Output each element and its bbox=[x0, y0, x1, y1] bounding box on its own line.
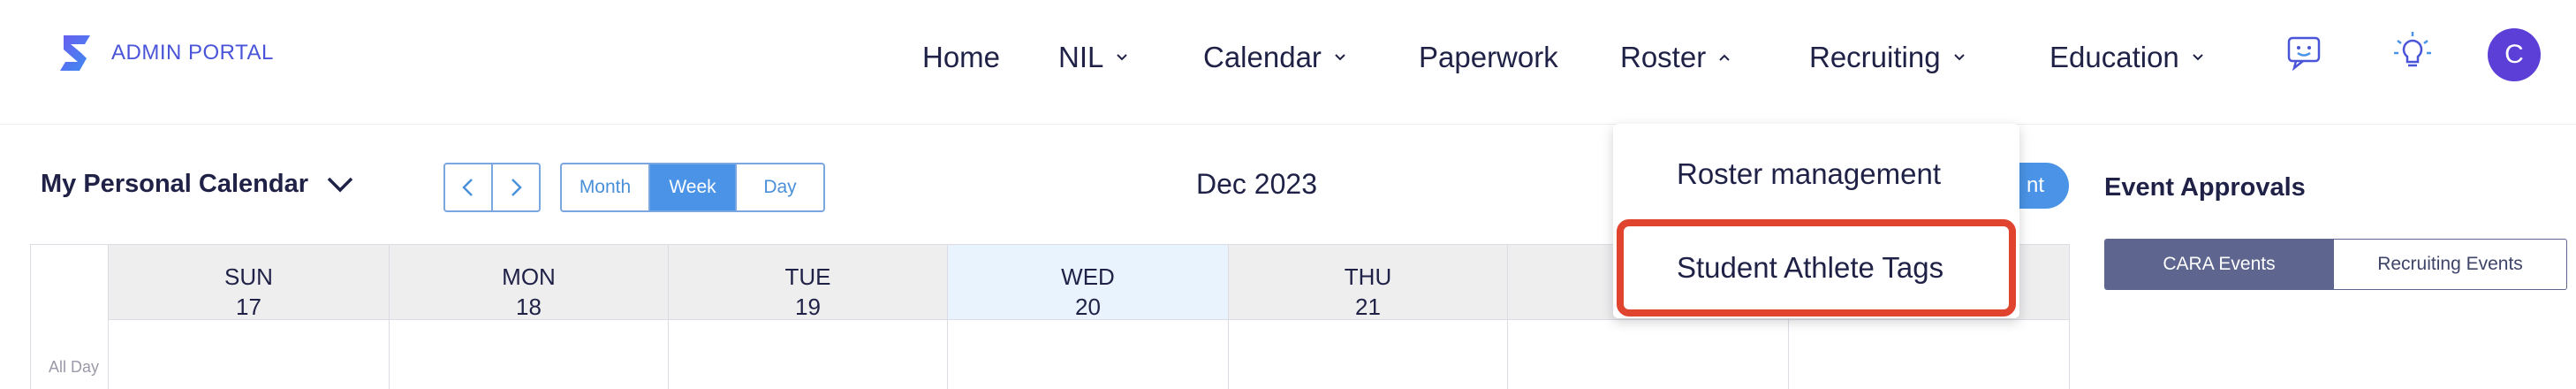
day-column-mon[interactable]: MON 18 bbox=[390, 244, 669, 389]
menu-item-roster-management[interactable]: Roster management bbox=[1677, 157, 1941, 191]
time-gutter: All Day bbox=[31, 244, 109, 389]
nav-education-label: Education bbox=[2049, 41, 2179, 73]
day-name: WED bbox=[1061, 263, 1115, 290]
day-header: WED 20 bbox=[948, 244, 1228, 320]
chat-support-button[interactable] bbox=[2281, 28, 2329, 76]
day-date: 21 bbox=[1355, 293, 1381, 320]
tab-cara-events[interactable]: CARA Events bbox=[2105, 240, 2333, 289]
lightbulb-icon bbox=[2394, 32, 2431, 67]
nav-paperwork[interactable]: Paperwork bbox=[1419, 41, 1558, 74]
chat-support-icon bbox=[2287, 36, 2321, 72]
previous-week-button[interactable] bbox=[445, 164, 491, 210]
day-date: 19 bbox=[795, 293, 821, 320]
view-switcher: Month Week Day bbox=[560, 163, 825, 212]
chevron-right-icon bbox=[511, 179, 522, 196]
view-week-button[interactable]: Week bbox=[648, 164, 735, 210]
day-name: TUE bbox=[784, 263, 831, 290]
chevron-up-icon bbox=[1719, 54, 1730, 61]
view-month-button[interactable]: Month bbox=[562, 164, 648, 210]
highlight-outline bbox=[1617, 219, 2016, 317]
top-navigation-bar: ADMIN PORTAL Home NIL Calendar Paperwork… bbox=[0, 0, 2576, 125]
nav-paperwork-label: Paperwork bbox=[1419, 41, 1558, 73]
day-name: THU bbox=[1344, 263, 1392, 290]
next-week-button[interactable] bbox=[491, 164, 539, 210]
approvals-tabs: CARA Events Recruiting Events bbox=[2104, 239, 2567, 290]
day-name: MON bbox=[502, 263, 556, 290]
day-column-sun[interactable]: SUN 17 bbox=[109, 244, 390, 389]
day-column-tue[interactable]: TUE 19 bbox=[669, 244, 948, 389]
nav-roster-label: Roster bbox=[1620, 41, 1707, 73]
day-name: SUN bbox=[224, 263, 273, 290]
avatar[interactable]: C bbox=[2488, 28, 2541, 81]
nav-roster[interactable]: Roster bbox=[1620, 41, 1731, 74]
chevron-down-icon bbox=[1117, 54, 1128, 61]
chevron-down-icon bbox=[1335, 54, 1345, 61]
nav-calendar[interactable]: Calendar bbox=[1203, 41, 1346, 74]
nav-home[interactable]: Home bbox=[922, 41, 1000, 74]
day-header: THU 21 bbox=[1229, 244, 1507, 320]
day-date: 17 bbox=[236, 293, 261, 320]
nav-nil[interactable]: NIL bbox=[1058, 41, 1128, 74]
nav-education[interactable]: Education bbox=[2049, 41, 2204, 74]
view-day-button[interactable]: Day bbox=[735, 164, 823, 210]
all-day-label: All Day bbox=[49, 358, 100, 376]
nav-calendar-label: Calendar bbox=[1203, 41, 1322, 73]
day-date: 20 bbox=[1075, 293, 1101, 320]
calendar-selector-label[interactable]: My Personal Calendar bbox=[41, 170, 308, 199]
week-navigation bbox=[443, 163, 541, 212]
nav-nil-label: NIL bbox=[1058, 41, 1104, 73]
add-event-button-label: nt bbox=[2026, 173, 2044, 197]
chevron-left-icon bbox=[462, 179, 473, 196]
brand-name[interactable]: ADMIN PORTAL bbox=[111, 41, 274, 65]
nav-recruiting[interactable]: Recruiting bbox=[1809, 41, 1966, 74]
day-header: SUN 17 bbox=[109, 244, 389, 320]
event-approvals-title: Event Approvals bbox=[2104, 173, 2306, 202]
ideas-button[interactable] bbox=[2389, 28, 2436, 76]
chevron-down-icon[interactable] bbox=[325, 173, 355, 196]
day-header: MON 18 bbox=[390, 244, 668, 320]
day-column-thu[interactable]: THU 21 bbox=[1229, 244, 1508, 389]
tab-recruiting-events[interactable]: Recruiting Events bbox=[2333, 240, 2566, 289]
s-logo-icon[interactable] bbox=[55, 32, 97, 74]
day-column-wed[interactable]: WED 20 bbox=[948, 244, 1229, 389]
day-header: TUE 19 bbox=[669, 244, 947, 320]
day-date: 18 bbox=[516, 293, 542, 320]
chevron-down-icon bbox=[1953, 54, 1965, 61]
chevron-down-icon bbox=[2193, 54, 2203, 61]
nav-recruiting-label: Recruiting bbox=[1809, 41, 1941, 73]
current-period: Dec 2023 bbox=[1196, 168, 1317, 200]
nav-home-label: Home bbox=[922, 41, 1001, 73]
